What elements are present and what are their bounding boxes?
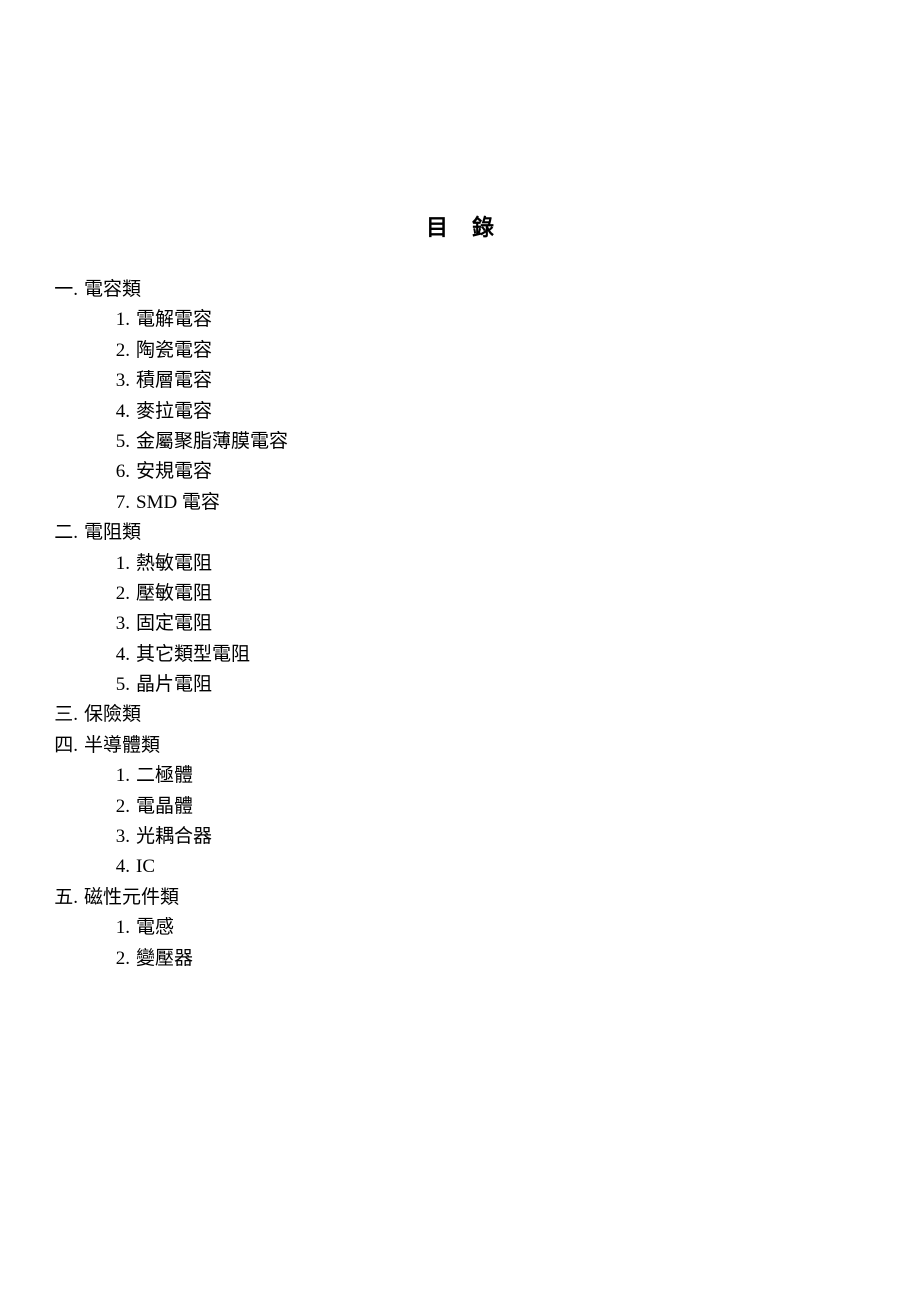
item-label: 6.: [40, 458, 130, 486]
item-title: 晶片電阻: [130, 671, 212, 699]
section-label: 一.: [40, 276, 78, 304]
list-item: 5.金屬聚脂薄膜電容: [40, 428, 880, 456]
item-label: 2.: [40, 580, 130, 608]
item-label: 4.: [40, 398, 130, 426]
item-label: 4.: [40, 853, 130, 881]
list-item: 1.電感: [40, 914, 880, 942]
section-row: 四.半導體類: [40, 732, 880, 760]
list-item: 6.安規電容: [40, 458, 880, 486]
item-title: 其它類型電阻: [130, 641, 250, 669]
list-item: 2.壓敏電阻: [40, 580, 880, 608]
item-label: 3.: [40, 823, 130, 851]
item-title: 電晶體: [130, 793, 193, 821]
item-title: 電感: [130, 914, 174, 942]
item-title: 壓敏電阻: [130, 580, 212, 608]
item-title: 固定電阻: [130, 610, 212, 638]
list-item: 2.變壓器: [40, 945, 880, 973]
item-title: SMD 電容: [130, 489, 220, 517]
section-label: 三.: [40, 701, 78, 729]
section-label: 二.: [40, 519, 78, 547]
item-label: 7.: [40, 489, 130, 517]
item-label: 1.: [40, 550, 130, 578]
item-label: 1.: [40, 762, 130, 790]
item-label: 2.: [40, 945, 130, 973]
list-item: 3.光耦合器: [40, 823, 880, 851]
item-title: 積層電容: [130, 367, 212, 395]
section-label: 五.: [40, 884, 78, 912]
section-title: 半導體類: [78, 732, 160, 760]
item-label: 3.: [40, 367, 130, 395]
item-label: 4.: [40, 641, 130, 669]
item-title: 變壓器: [130, 945, 193, 973]
section-title: 電阻類: [78, 519, 141, 547]
list-item: 5.晶片電阻: [40, 671, 880, 699]
item-label: 1.: [40, 914, 130, 942]
table-of-contents: 一.電容類1.電解電容2.陶瓷電容3.積層電容4.麥拉電容5.金屬聚脂薄膜電容6…: [40, 276, 880, 972]
list-item: 1.二極體: [40, 762, 880, 790]
item-title: IC: [130, 853, 155, 881]
section-label: 四.: [40, 732, 78, 760]
list-item: 3.固定電阻: [40, 610, 880, 638]
section-row: 二.電阻類: [40, 519, 880, 547]
list-item: 2.電晶體: [40, 793, 880, 821]
list-item: 1.電解電容: [40, 306, 880, 334]
section-title: 電容類: [78, 276, 141, 304]
item-label: 3.: [40, 610, 130, 638]
item-label: 5.: [40, 671, 130, 699]
page-title: 目錄: [40, 210, 880, 242]
list-item: 7.SMD 電容: [40, 489, 880, 517]
item-label: 2.: [40, 337, 130, 365]
item-title: 麥拉電容: [130, 398, 212, 426]
section-row: 一.電容類: [40, 276, 880, 304]
item-title: 熱敏電阻: [130, 550, 212, 578]
section-row: 五.磁性元件類: [40, 884, 880, 912]
item-label: 5.: [40, 428, 130, 456]
list-item: 4.其它類型電阻: [40, 641, 880, 669]
list-item: 1.熱敏電阻: [40, 550, 880, 578]
document-page: 目錄 一.電容類1.電解電容2.陶瓷電容3.積層電容4.麥拉電容5.金屬聚脂薄膜…: [0, 0, 920, 1015]
list-item: 4.IC: [40, 853, 880, 881]
item-label: 2.: [40, 793, 130, 821]
section-row: 三.保險類: [40, 701, 880, 729]
item-title: 安規電容: [130, 458, 212, 486]
item-label: 1.: [40, 306, 130, 334]
list-item: 2.陶瓷電容: [40, 337, 880, 365]
item-title: 陶瓷電容: [130, 337, 212, 365]
section-title: 磁性元件類: [78, 884, 179, 912]
item-title: 金屬聚脂薄膜電容: [130, 428, 288, 456]
item-title: 二極體: [130, 762, 193, 790]
section-title: 保險類: [78, 701, 141, 729]
list-item: 3.積層電容: [40, 367, 880, 395]
item-title: 光耦合器: [130, 823, 212, 851]
list-item: 4.麥拉電容: [40, 398, 880, 426]
item-title: 電解電容: [130, 306, 212, 334]
